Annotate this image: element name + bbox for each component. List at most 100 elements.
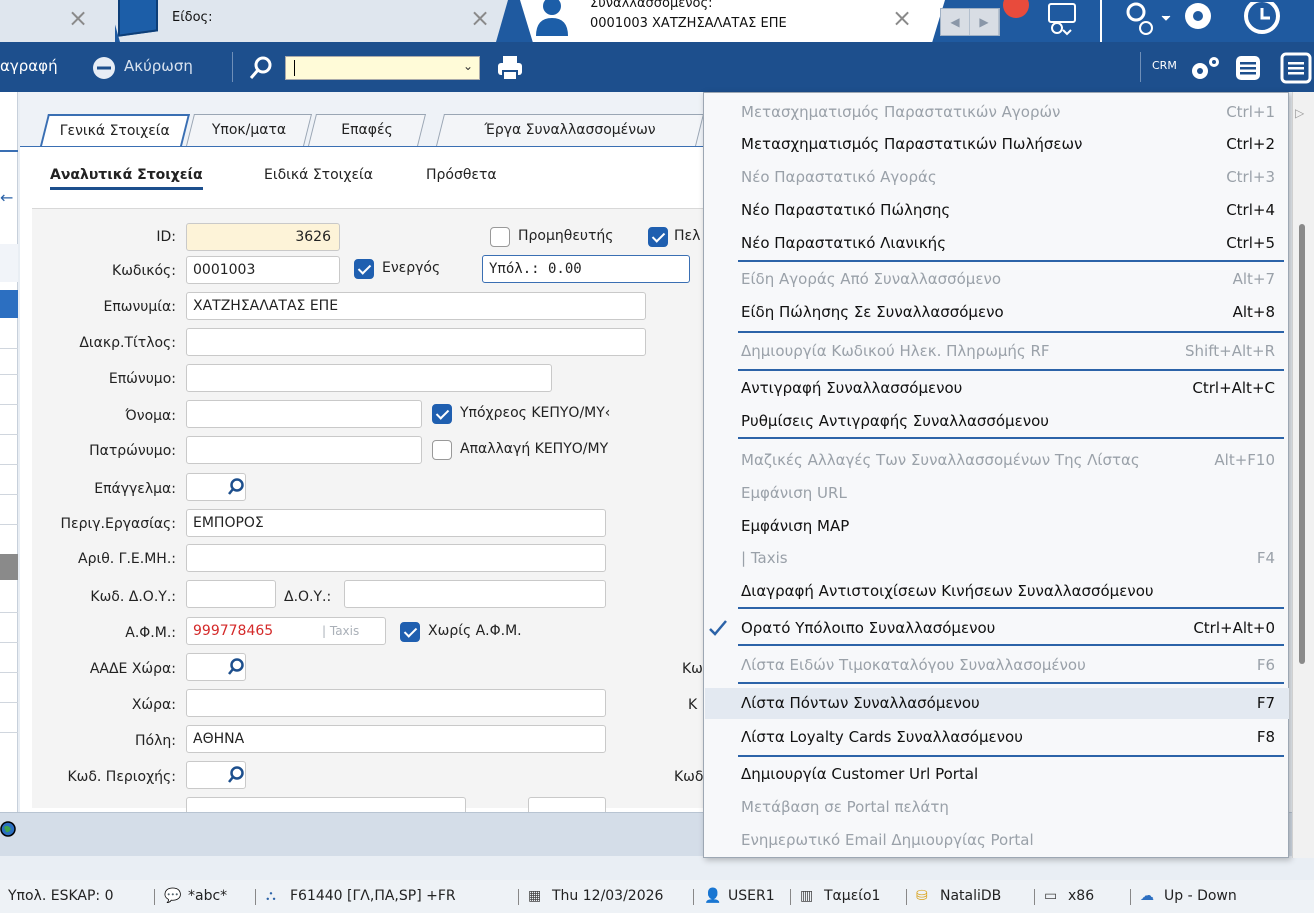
tab-contacts[interactable]: Επαφές (308, 114, 426, 146)
no-afm-checkbox[interactable] (400, 622, 420, 642)
print-icon[interactable] (496, 54, 524, 82)
vertical-scrollbar[interactable]: ▷ (1292, 92, 1314, 858)
abc-status[interactable]: *abc* (188, 888, 227, 904)
menu-item-transform-sales[interactable]: Μετασχηματισμός Παραστατικών Πωλήσεων Ctr… (705, 129, 1289, 160)
section-tab-extra[interactable]: Πρόσθετα (426, 167, 497, 183)
menu-item-go-portal[interactable]: Μετάβαση σε Portal πελάτη (705, 792, 1289, 823)
aade-country-lookup-button[interactable] (186, 653, 246, 681)
father-name-field[interactable] (186, 436, 422, 464)
search-icon[interactable] (248, 54, 276, 82)
menu-item-shortcut: Ctrl+4 (1226, 201, 1275, 219)
menu-item-rf-code[interactable]: Δημιουργία Κωδικού Ηλεκ. Πληρωμής RF Shif… (705, 336, 1289, 367)
menu-item-visible-balance[interactable]: Ορατό Υπόλοιπο Συναλλασόμενου Ctrl+Alt+0 (705, 613, 1289, 644)
work-description-field[interactable]: ΕΜΠΟΡΟΣ (186, 509, 606, 537)
notification-badge[interactable] (1003, 0, 1029, 18)
tab-branches[interactable]: Υποκ/ματα (186, 114, 312, 146)
tab-previous[interactable]: × (0, 0, 115, 42)
menu-item-show-url[interactable]: Εμφάνιση URL (705, 478, 1289, 509)
list-row-selected[interactable] (0, 290, 18, 318)
arrow-left-icon[interactable]: ← (0, 188, 13, 207)
city-field[interactable]: ΑΘΗΝΑ (186, 725, 606, 753)
doy-code-field[interactable] (186, 580, 276, 608)
menu-icon[interactable] (1280, 52, 1312, 84)
menu-item-taxis[interactable]: | Taxis F4 (705, 543, 1289, 574)
menu-item-new-retail-doc[interactable]: Νέο Παραστατικό Λιανικής Ctrl+5 (705, 228, 1289, 259)
doy-field[interactable] (344, 580, 606, 608)
tab-general[interactable]: Γενικά Στοιχεία (40, 114, 190, 146)
kepyo-exempt-checkbox[interactable] (432, 440, 452, 460)
menu-separator (738, 369, 1284, 371)
customer-checkbox[interactable] (648, 227, 668, 247)
first-name-label: Όνομα: (125, 408, 176, 424)
cancel-button[interactable]: Ακύρωση (124, 57, 193, 75)
menu-item-copy-settings[interactable]: Ρυθμίσεις Αντιγραφής Συναλλασσόμενου (705, 406, 1289, 437)
left-list-panel[interactable]: ← (0, 92, 18, 812)
arrow-right-icon[interactable]: ▶ (970, 9, 999, 35)
user-status[interactable]: USER1 (728, 888, 775, 904)
menu-item-pricelist[interactable]: Λίστα Ειδών Τιμοκαταλόγου Συναλλασομένου… (705, 650, 1289, 681)
tab-projects[interactable]: Έργα Συναλλασσομένων (436, 114, 704, 146)
supplier-checkbox[interactable] (490, 227, 510, 247)
date-status[interactable]: Thu 12/03/2026 (552, 888, 663, 904)
database-status[interactable]: NataliDB (940, 888, 1001, 904)
copy-button[interactable]: αγραφή (0, 57, 58, 75)
menu-item-transform-purchases[interactable]: Μετασχηματισμός Παραστατικών Αγορών Ctrl+… (705, 97, 1289, 128)
tab-customer[interactable]: Συναλλασσόμενος: 0001003 ΧΑΤΖΗΣΑΛΑΤΑΣ ΕΠ… (520, 0, 945, 42)
company-name-field[interactable]: ΧΑΤΖΗΣΑΛΑΤΑΣ ΕΠΕ (186, 292, 646, 320)
active-checkbox[interactable] (354, 259, 374, 279)
crm-button[interactable]: CRM (1152, 59, 1177, 72)
menu-item-sale-items[interactable]: Είδη Πώλησης Σε Συναλλασσόμενο Alt+8 (705, 297, 1289, 328)
first-name-field[interactable] (186, 400, 422, 428)
distinctive-title-field[interactable] (186, 328, 646, 356)
menu-item-show-map[interactable]: Εμφάνιση MAP (705, 511, 1289, 542)
menu-item-points-list[interactable]: Λίστα Πόντων Συναλλασόμενου F7 (705, 688, 1289, 719)
code-field[interactable]: 0001003 (186, 256, 340, 284)
arrow-left-icon[interactable]: ◀ (941, 9, 970, 35)
menu-item-loyalty-cards[interactable]: Λίστα Loyalty Cards Συναλλασόμενου F8 (705, 722, 1289, 753)
org-icon: ⛬ (266, 888, 276, 904)
country-field[interactable] (186, 689, 606, 717)
tab-item[interactable]: Είδος: × (108, 0, 508, 42)
section-tab-special[interactable]: Ειδικά Στοιχεία (264, 167, 373, 183)
balance-field[interactable]: Υπόλ.: 0.00 (482, 255, 690, 283)
monitor-eye-icon[interactable] (1043, 2, 1083, 40)
person-icon (536, 0, 568, 36)
tab-customer-line2: 0001003 ΧΑΤΖΗΣΑΛΑΤΑΣ ΕΠΕ (590, 16, 787, 31)
menu-item-new-sale-doc[interactable]: Νέο Παραστατικό Πώλησης Ctrl+4 (705, 195, 1289, 226)
list-row[interactable] (0, 244, 18, 282)
gear-icon[interactable] (1178, 2, 1218, 40)
arrow-right-icon[interactable]: ▷ (1295, 106, 1304, 120)
active-label: Ενεργός (382, 260, 441, 276)
menu-item-bulk-changes[interactable]: Μαζικές Αλλαγές Των Συναλλασσομένων Της … (705, 445, 1289, 476)
list-row-gray[interactable] (0, 554, 18, 580)
profession-lookup-button[interactable] (186, 473, 246, 501)
branch-status[interactable]: F61440 [ΓΛ,ΠΑ,SP] +FR (290, 888, 456, 904)
close-icon[interactable]: × (68, 6, 88, 30)
cashier-status[interactable]: Ταμείο1 (824, 888, 880, 904)
globe-icon[interactable] (0, 821, 16, 837)
menu-item-portal-email[interactable]: Ενημερωτικό Email Δημιουργίας Portal (705, 825, 1289, 856)
menu-item-copy-customer[interactable]: Αντιγραφή Συναλλασσόμενου Ctrl+Alt+C (705, 373, 1289, 404)
scrollbar-thumb[interactable] (1299, 224, 1305, 664)
surname-field[interactable] (186, 364, 552, 392)
list-icon[interactable] (1234, 54, 1262, 82)
chevron-down-icon[interactable]: ⌄ (463, 59, 473, 73)
close-icon[interactable]: × (892, 6, 912, 30)
updown-status[interactable]: Up - Down (1164, 888, 1237, 904)
cancel-icon[interactable] (92, 56, 116, 80)
menu-item-create-portal[interactable]: Δημιουργία Customer Url Portal (705, 759, 1289, 790)
close-icon[interactable]: × (470, 6, 490, 30)
settings-cogs-icon[interactable] (1188, 54, 1224, 82)
area-code-lookup-button[interactable] (186, 761, 246, 789)
menu-item-purchase-items[interactable]: Είδη Αγοράς Από Συναλλασσόμενο Alt+7 (705, 264, 1289, 295)
history-icon[interactable] (1232, 2, 1292, 40)
gemi-field[interactable] (186, 544, 606, 572)
user-search-icon[interactable] (1116, 2, 1176, 40)
taxis-link[interactable]: | Taxis (322, 624, 359, 638)
kepyo-obliged-checkbox[interactable] (432, 404, 452, 424)
id-field[interactable]: 3626 (186, 223, 340, 251)
search-input[interactable]: ⌄ (285, 56, 480, 80)
section-tab-detail[interactable]: Αναλυτικά Στοιχεία (50, 167, 203, 190)
menu-item-delete-matchings[interactable]: Διαγραφή Αντιστοιχίσεων Κινήσεων Συναλλα… (705, 576, 1289, 607)
menu-item-new-purchase-doc[interactable]: Νέο Παραστατικό Αγοράς Ctrl+3 (705, 162, 1289, 193)
